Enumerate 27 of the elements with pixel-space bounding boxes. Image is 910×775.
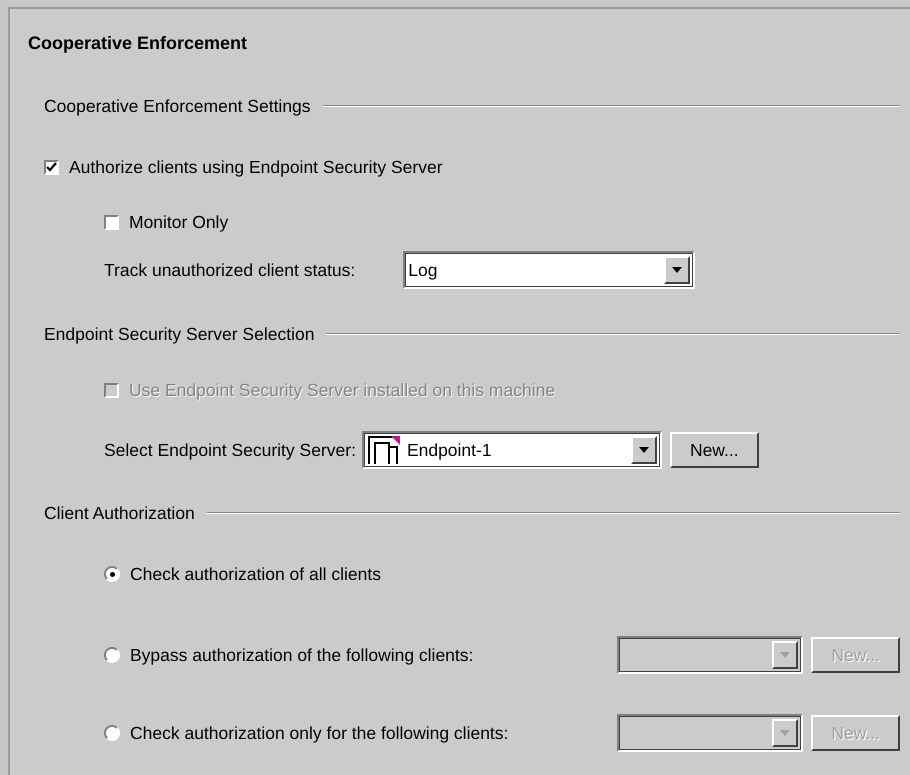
checkbox-label: Authorize clients using Endpoint Security Server [69,156,443,178]
server-dropdown[interactable]: Endpoint-1 [362,431,662,469]
section-heading: Cooperative Enforcement Settings [44,96,311,116]
radio-label: Check authorization only for the following clients: [130,722,508,744]
radio-button[interactable] [104,725,120,741]
clients-dropdown[interactable] [617,636,804,674]
panel-title: Cooperative Enforcement [28,33,248,55]
field-label: Track unauthorized client status: [104,260,356,280]
radio-label: Check authorization of all clients [130,564,381,584]
section-heading: Client Authorization [44,502,195,524]
status-dropdown[interactable]: Log [403,251,696,289]
caret-icon [638,447,649,453]
server-icon [366,435,401,465]
radio-button[interactable] [104,566,120,582]
caret-icon [672,267,682,273]
section-heading: Endpoint Security Server Selection [44,324,314,344]
caret-icon [780,730,790,736]
radio-button[interactable] [104,647,120,663]
checkbox-label: Monitor Only [129,212,228,232]
field-label: Select Endpoint Security Server: [104,440,356,460]
radio-label: Bypass authorization of the following clients: [130,644,474,666]
monitor-only-checkbox[interactable] [104,214,119,230]
new-server-button[interactable]: New... [670,432,759,468]
checkbox-label: Use Endpoint Security Server installed on this machine [129,380,556,400]
authorize-checkbox[interactable] [44,160,59,174]
caret-icon [780,652,790,658]
clients-dropdown[interactable] [617,714,804,752]
